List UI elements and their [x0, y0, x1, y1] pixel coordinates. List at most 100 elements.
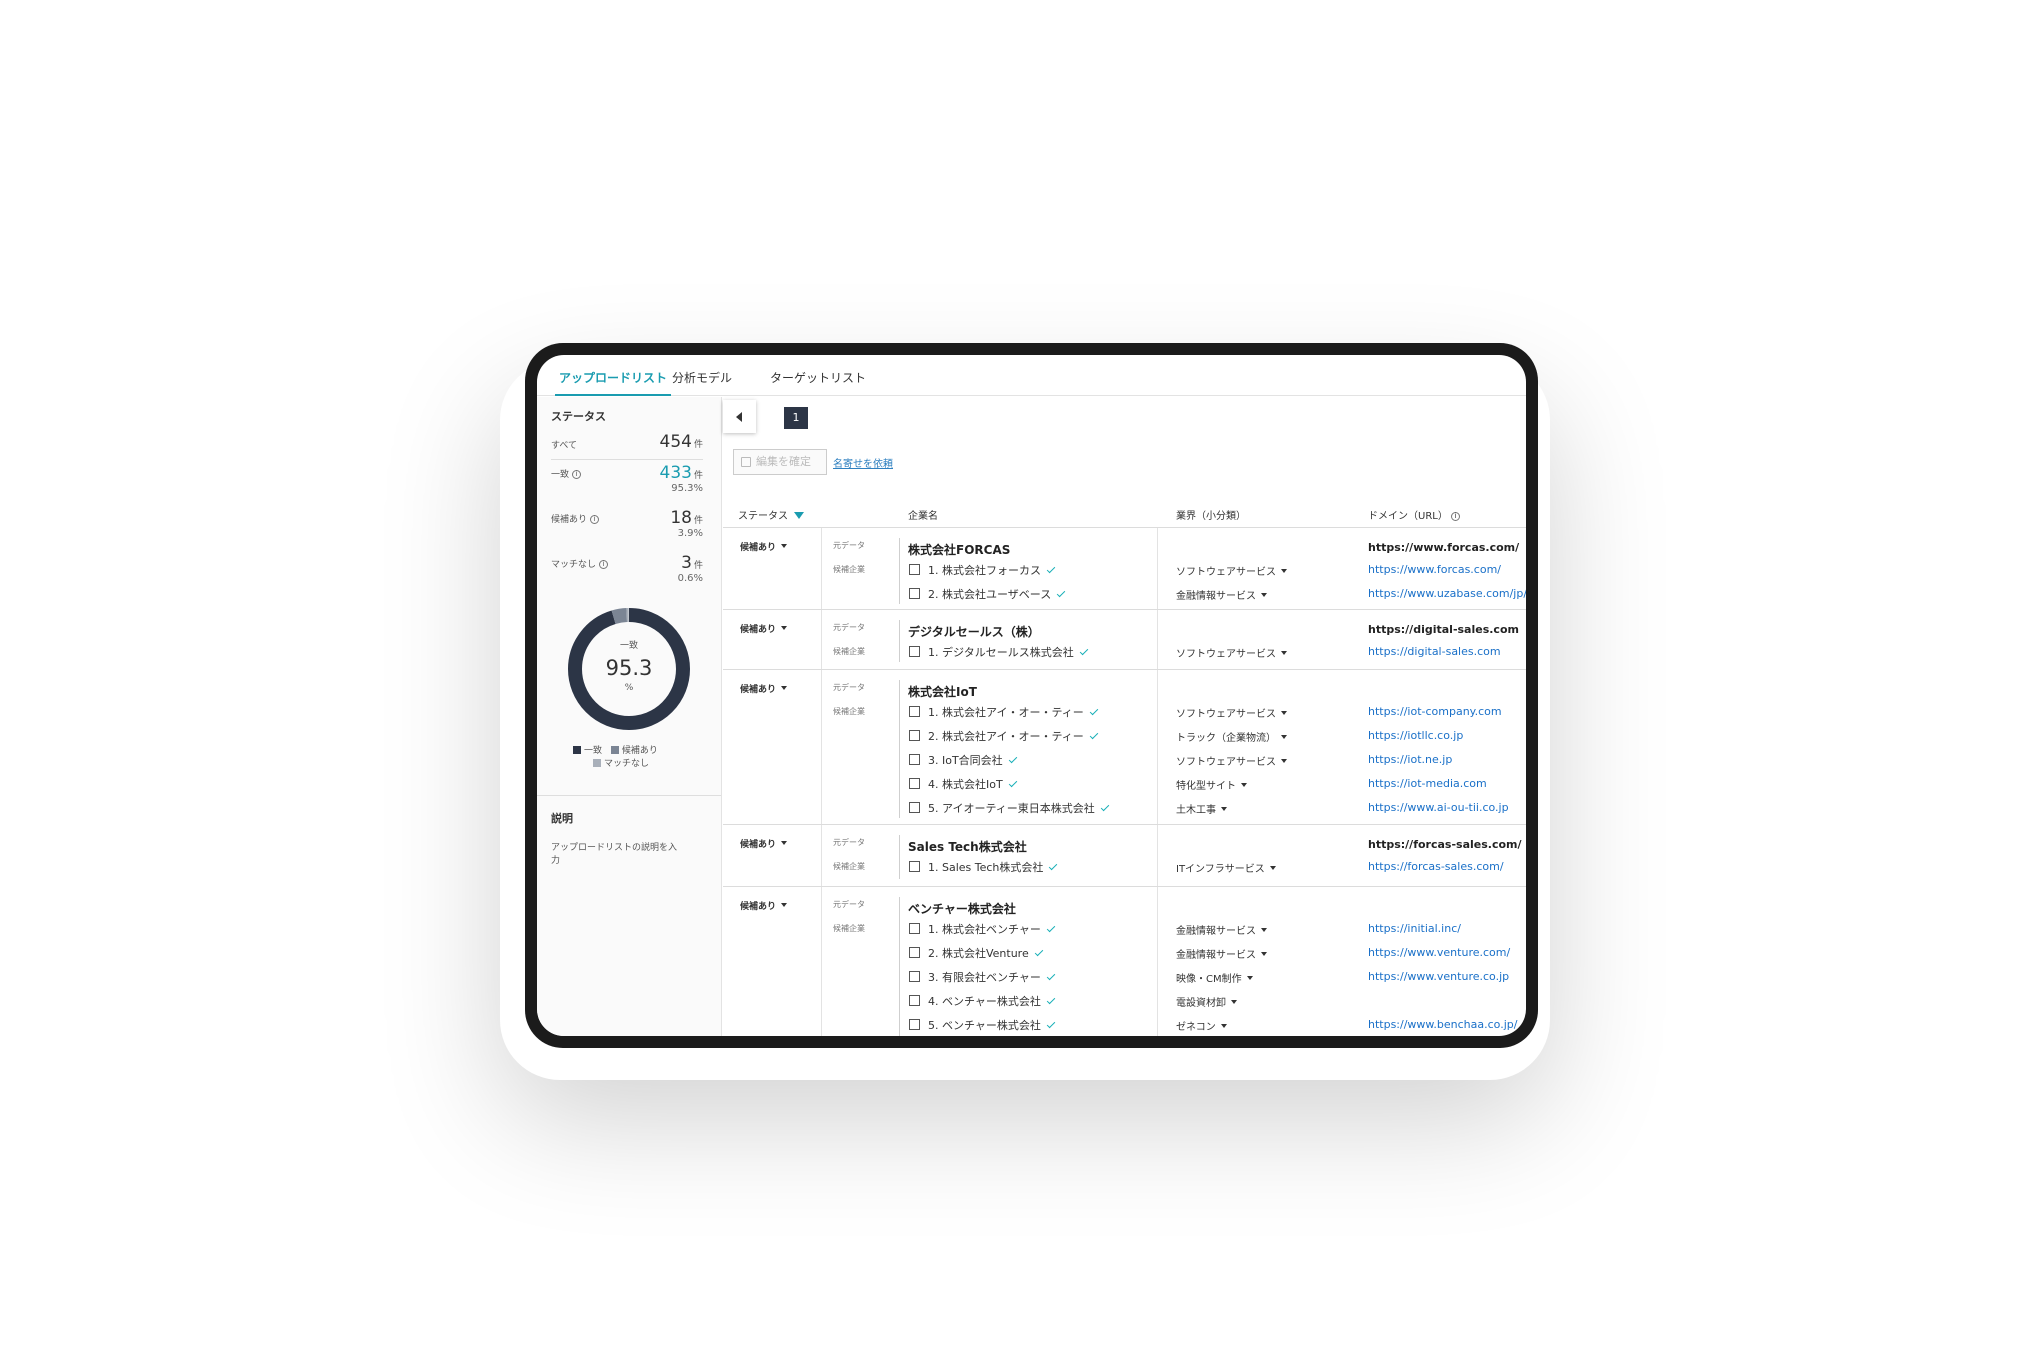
candidate-checkbox[interactable] [909, 947, 920, 958]
candidate-checkbox[interactable] [909, 706, 920, 717]
industry-dropdown[interactable]: 電設資材卸 [1176, 994, 1237, 1009]
caret-down-icon [1281, 711, 1287, 715]
page-number[interactable]: 1 [784, 407, 808, 429]
industry-dropdown[interactable]: 特化型サイト [1176, 777, 1247, 792]
candidate-item[interactable]: 5. アイオーティー東日本株式会社 [909, 800, 1110, 816]
status-dropdown[interactable]: 候補あり [740, 682, 788, 695]
candidate-checkbox[interactable] [909, 646, 920, 657]
status-title: ステータス [551, 410, 606, 423]
candidate-checkbox[interactable] [909, 1019, 920, 1030]
column-divider [821, 887, 822, 1036]
table-row-group: 候補あり 元データ 候補企業 ベンチャー株式会社 1. 株式会社ベンチャー 金融… [723, 887, 1526, 1036]
industry-dropdown[interactable]: ITインフラサービス [1176, 860, 1276, 875]
tab-target-list[interactable]: ターゲットリスト [770, 369, 866, 396]
tablet-frame: アップロードリスト 分析モデル ターゲットリスト ステータス すべて 454 件 … [525, 343, 1538, 1048]
candidate-checkbox[interactable] [909, 778, 920, 789]
candidate-item[interactable]: 1. 株式会社ベンチャー [909, 921, 1056, 937]
check-icon [1046, 971, 1056, 981]
status-all-count: 454 件 [659, 432, 703, 452]
tab-analysis-model[interactable]: 分析モデル [672, 369, 732, 396]
column-header-company: 企業名 [908, 511, 938, 522]
candidate-domain-link[interactable]: https://forcas-sales.com/ [1368, 860, 1504, 873]
industry-dropdown[interactable]: 金融情報サービス [1176, 946, 1267, 961]
column-divider [821, 610, 822, 669]
candidate-checkbox[interactable] [909, 995, 920, 1006]
candidate-checkbox[interactable] [909, 754, 920, 765]
candidate-domain-link[interactable]: https://iot.ne.jp [1368, 753, 1452, 766]
status-dropdown[interactable]: 候補あり [740, 540, 788, 553]
candidate-checkbox[interactable] [909, 802, 920, 813]
candidate-label: 候補企業 [833, 647, 865, 656]
candidate-item[interactable]: 1. 株式会社アイ・オー・ティー [909, 704, 1099, 720]
caret-down-icon [781, 544, 788, 548]
caret-down-icon [1241, 783, 1247, 787]
industry-dropdown[interactable]: 土木工事 [1176, 801, 1227, 816]
candidate-item[interactable]: 4. ベンチャー株式会社 [909, 993, 1056, 1009]
status-dropdown[interactable]: 候補あり [740, 837, 788, 850]
candidate-domain-link[interactable]: https://www.ai-ou-tii.co.jp [1368, 801, 1509, 814]
table-row-group: 候補あり 元データ 候補企業 株式会社IoT 1. 株式会社アイ・オー・ティー … [723, 670, 1526, 825]
candidate-item[interactable]: 1. 株式会社フォーカス [909, 562, 1056, 578]
industry-dropdown[interactable]: ソフトウェアサービス [1176, 753, 1287, 768]
candidate-item[interactable]: 3. IoT合同会社 [909, 752, 1017, 768]
candidate-item[interactable]: 2. 株式会社Venture [909, 945, 1043, 961]
industry-dropdown[interactable]: ソフトウェアサービス [1176, 645, 1287, 660]
candidate-domain-link[interactable]: https://initial.inc/ [1368, 922, 1461, 935]
source-domain: https://www.forcas.com/ [1368, 541, 1520, 554]
confirm-edit-button[interactable]: 編集を確定 [733, 449, 827, 475]
industry-dropdown[interactable]: 金融情報サービス [1176, 587, 1267, 602]
candidate-label: 候補企業 [833, 565, 865, 574]
status-dropdown[interactable]: 候補あり [740, 622, 788, 635]
industry-dropdown[interactable]: トラック（企業物流） [1176, 729, 1287, 744]
status-nomatch-pct: 0.6% [677, 573, 703, 584]
candidate-domain-link[interactable]: https://www.venture.com/ [1368, 946, 1510, 959]
status-nomatch-label[interactable]: マッチなし i [551, 557, 609, 570]
candidate-item[interactable]: 1. デジタルセールス株式会社 [909, 644, 1089, 660]
column-header-status[interactable]: ステータス [738, 507, 804, 522]
candidate-checkbox[interactable] [909, 861, 920, 872]
candidate-item[interactable]: 5. ベンチャー株式会社 [909, 1017, 1056, 1033]
info-icon: i [1450, 512, 1460, 521]
candidate-item[interactable]: 2. 株式会社ユーザベース [909, 586, 1066, 602]
check-icon [1046, 564, 1056, 574]
column-divider [821, 670, 822, 824]
divider [551, 459, 703, 460]
status-candidate-count: 18 件 [670, 508, 703, 528]
legend-swatch-candidate [610, 746, 619, 754]
candidate-item[interactable]: 4. 株式会社IoT [909, 776, 1017, 792]
description-text[interactable]: アップロードリストの説明を入力 [551, 840, 677, 866]
candidate-domain-link[interactable]: https://digital-sales.com [1368, 645, 1501, 658]
caret-down-icon [1281, 735, 1287, 739]
industry-dropdown[interactable]: ゼネコン [1176, 1018, 1227, 1033]
candidate-domain-link[interactable]: https://www.venture.co.jp [1368, 970, 1509, 983]
candidate-domain-link[interactable]: https://www.benchaa.co.jp/ [1368, 1018, 1517, 1031]
candidate-checkbox[interactable] [909, 588, 920, 599]
candidate-checkbox[interactable] [909, 730, 920, 741]
status-candidate-label[interactable]: 候補あり i [551, 512, 600, 525]
candidate-item[interactable]: 1. Sales Tech株式会社 [909, 859, 1058, 875]
candidate-item[interactable]: 2. 株式会社アイ・オー・ティー [909, 728, 1099, 744]
request-merge-link[interactable]: 名寄せを依頼 [833, 455, 893, 470]
candidate-checkbox[interactable] [909, 923, 920, 934]
candidate-domain-link[interactable]: https://iot-company.com [1368, 705, 1502, 718]
candidate-domain-link[interactable]: https://iot-media.com [1368, 777, 1487, 790]
industry-dropdown[interactable]: 映像・CM制作 [1176, 970, 1253, 985]
sidebar-collapse-button[interactable] [723, 400, 756, 433]
row-indicator [899, 680, 900, 818]
industry-dropdown[interactable]: 金融情報サービス [1176, 922, 1267, 937]
candidate-checkbox[interactable] [909, 564, 920, 575]
industry-dropdown[interactable]: ソフトウェアサービス [1176, 563, 1287, 578]
candidate-domain-link[interactable]: https://www.uzabase.com/jp/ [1368, 587, 1526, 600]
source-company-name: Sales Tech株式会社 [908, 840, 1027, 854]
tab-upload-list[interactable]: アップロードリスト [555, 369, 672, 396]
filter-icon[interactable] [794, 512, 804, 519]
status-match-label[interactable]: 一致 i [551, 467, 582, 480]
status-dropdown[interactable]: 候補あり [740, 899, 788, 912]
industry-dropdown[interactable]: ソフトウェアサービス [1176, 705, 1287, 720]
candidate-domain-link[interactable]: https://www.forcas.com/ [1368, 563, 1501, 576]
candidate-item[interactable]: 3. 有限会社ベンチャー [909, 969, 1056, 985]
candidate-checkbox[interactable] [909, 971, 920, 982]
status-all-label[interactable]: すべて [551, 438, 577, 451]
caret-down-icon [1261, 593, 1267, 597]
candidate-domain-link[interactable]: https://iotllc.co.jp [1368, 729, 1463, 742]
